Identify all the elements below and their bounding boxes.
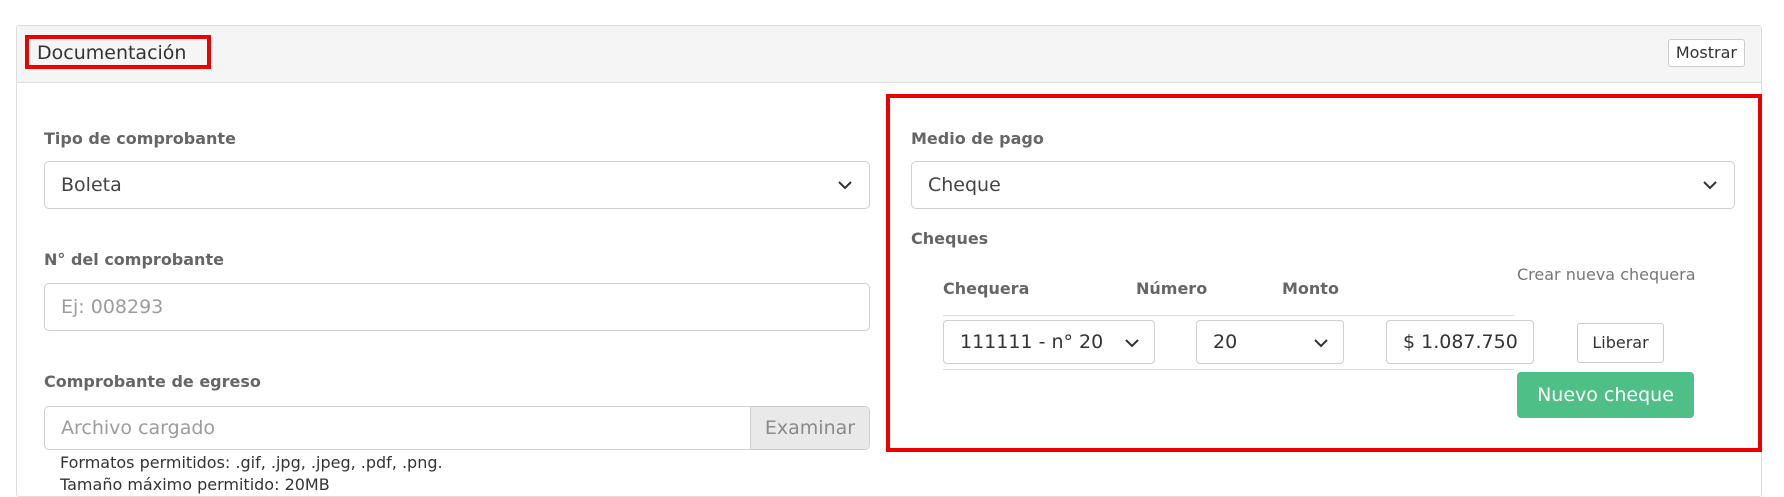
browse-button[interactable]: Examinar bbox=[750, 407, 869, 449]
amount-value: $ 1.087.750 bbox=[1403, 331, 1518, 353]
checkbook-select[interactable]: 111111 - n° 20 bbox=[943, 320, 1155, 364]
expense-voucher-label: Comprobante de egreso bbox=[44, 372, 261, 391]
payment-method-value: Cheque bbox=[928, 174, 1001, 196]
voucher-number-input[interactable]: Ej: 008293 bbox=[44, 283, 870, 331]
panel-header: Documentación Mostrar bbox=[17, 26, 1761, 83]
column-header-amount: Monto bbox=[1282, 279, 1339, 298]
chevron-down-icon bbox=[1703, 181, 1717, 190]
chevron-down-icon bbox=[1314, 339, 1328, 348]
show-button[interactable]: Mostrar bbox=[1667, 39, 1745, 67]
column-header-checkbook: Chequera bbox=[943, 279, 1030, 298]
chevron-down-icon bbox=[838, 181, 852, 190]
voucher-type-label: Tipo de comprobante bbox=[44, 129, 236, 148]
voucher-type-select[interactable]: Boleta bbox=[44, 161, 870, 209]
payment-method-select[interactable]: Cheque bbox=[911, 161, 1735, 209]
create-checkbook-link[interactable]: Crear nueva chequera bbox=[1517, 265, 1696, 284]
column-header-number: Número bbox=[1136, 279, 1208, 298]
checks-label: Cheques bbox=[911, 229, 989, 248]
payment-method-label: Medio de pago bbox=[911, 129, 1044, 148]
panel-title: Documentación bbox=[37, 42, 187, 64]
table-row-divider bbox=[943, 369, 1514, 370]
chevron-down-icon bbox=[1125, 339, 1139, 348]
voucher-type-value: Boleta bbox=[61, 174, 122, 196]
new-check-button[interactable]: Nuevo cheque bbox=[1517, 372, 1694, 418]
file-placeholder: Archivo cargado bbox=[61, 417, 216, 439]
voucher-number-label: N° del comprobante bbox=[44, 250, 224, 269]
amount-input[interactable]: $ 1.087.750 bbox=[1386, 320, 1534, 364]
check-number-select[interactable]: 20 bbox=[1196, 320, 1344, 364]
formats-note: Formatos permitidos: .gif, .jpg, .jpeg, … bbox=[60, 453, 443, 472]
release-button[interactable]: Liberar bbox=[1577, 323, 1664, 363]
checkbook-value: 111111 - n° 20 bbox=[960, 331, 1104, 353]
expense-voucher-file-input[interactable]: Archivo cargado Examinar bbox=[44, 406, 870, 450]
size-note: Tamaño máximo permitido: 20MB bbox=[60, 475, 330, 494]
voucher-number-placeholder: Ej: 008293 bbox=[61, 296, 164, 318]
check-number-value: 20 bbox=[1213, 331, 1238, 353]
table-header-divider bbox=[943, 315, 1514, 316]
